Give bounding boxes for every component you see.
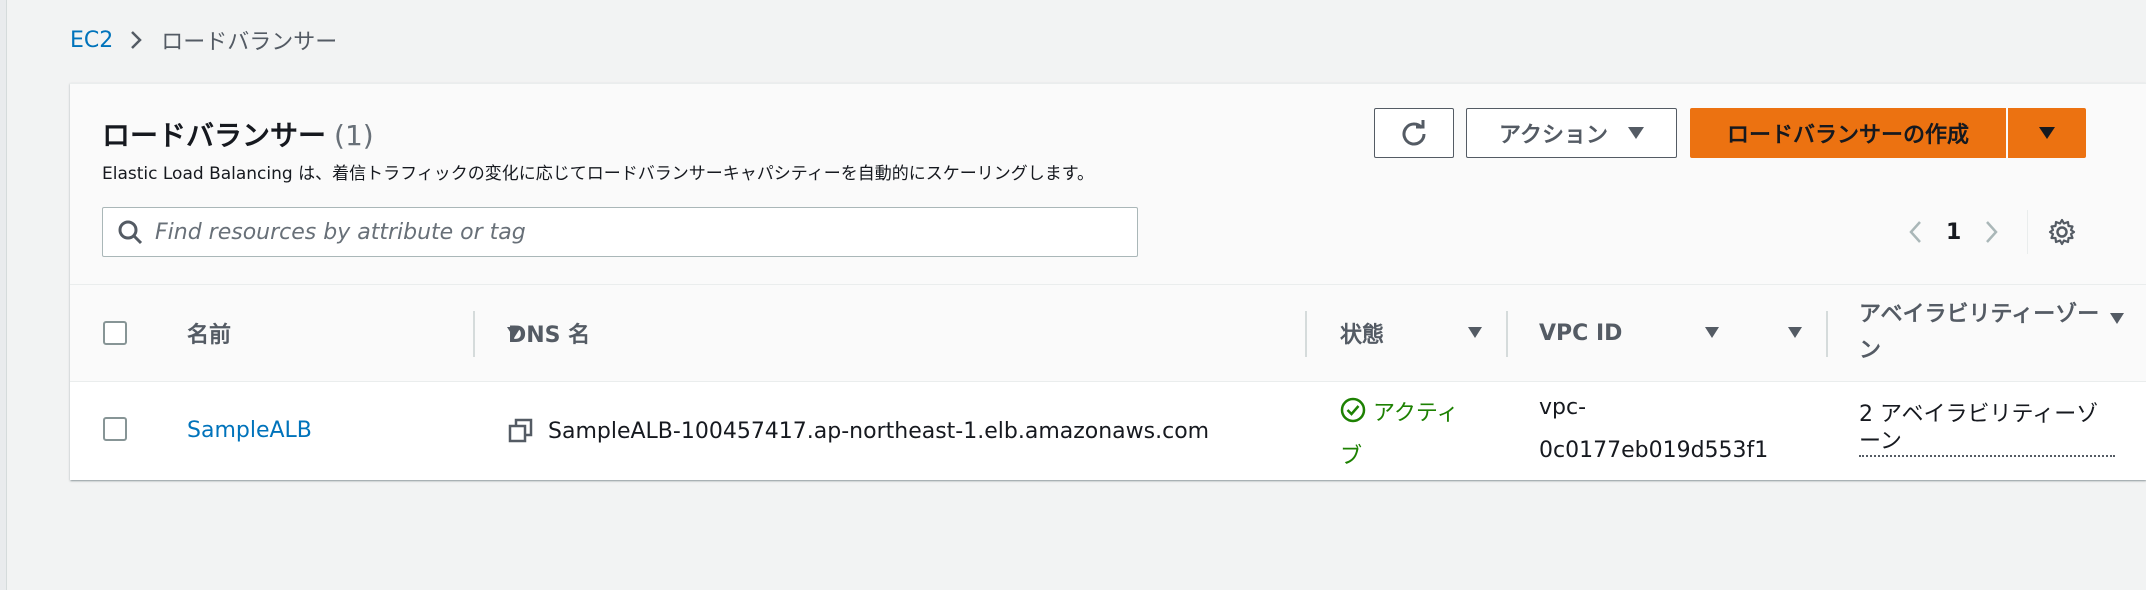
refresh-icon [1402, 120, 1426, 146]
caret-down-icon [1627, 127, 1644, 139]
sort-caret-icon[interactable] [1468, 327, 1482, 338]
load-balancer-name-link[interactable]: SampleALB [187, 418, 312, 443]
column-header-label: アベイラビリティーゾーン [1859, 302, 2100, 363]
panel-header: ロードバランサー (1) Elastic Load Balancing は、着信ト… [70, 84, 2146, 285]
table-header: 名前 DNS 名 状態 VPC ID アベイラビリティーゾーン [70, 285, 2146, 382]
column-divider[interactable] [473, 311, 475, 357]
sort-caret-icon[interactable] [2110, 313, 2124, 324]
status-text-line2: ブ [1340, 444, 1363, 469]
column-divider[interactable] [1506, 311, 1508, 357]
breadcrumb-current: ロードバランサー [161, 30, 338, 55]
left-border [0, 0, 7, 590]
column-divider[interactable] [1305, 311, 1307, 357]
column-header-label: 名前 [187, 323, 232, 348]
actions-label: アクション [1499, 123, 1608, 148]
chevron-left-icon[interactable] [1900, 217, 1930, 247]
status-text-line1: アクティ [1373, 401, 1459, 426]
pagination: 1 [1900, 207, 2078, 257]
search-field[interactable] [102, 207, 1138, 257]
chevron-right-icon [129, 29, 143, 51]
title-text: ロードバランサー [102, 119, 327, 152]
actions-button[interactable]: アクション [1466, 108, 1677, 158]
column-header-label: VPC ID [1539, 320, 1623, 346]
search-icon [115, 217, 145, 247]
panel-description: Elastic Load Balancing は、着信トラフィックの変化に応じて… [102, 164, 1095, 184]
availability-zones-value[interactable]: 2 アベイラビリティーゾーン [1859, 401, 2115, 457]
breadcrumb: EC2 ロードバランサー [70, 20, 337, 60]
caret-down-icon [2039, 127, 2055, 139]
gear-icon[interactable] [2046, 216, 2078, 248]
table-row[interactable]: SampleALB SampleALB-100457417.ap-northea… [70, 382, 2146, 480]
dns-name-value: SampleALB-100457417.ap-northeast-1.elb.a… [548, 419, 1210, 444]
column-header-vpc-id[interactable]: VPC ID [1539, 285, 1779, 381]
vpc-id-line1: vpc- [1539, 395, 1587, 420]
column-header-label: 状態 [1340, 323, 1385, 348]
column-header-az[interactable]: アベイラビリティーゾーン [1859, 285, 2115, 381]
column-header-dns[interactable]: DNS 名 [508, 285, 1719, 381]
chevron-right-icon[interactable] [1977, 217, 2007, 247]
create-load-balancer-button[interactable]: ロードバランサーの作成 [1690, 108, 2006, 158]
create-dropdown-button[interactable] [2008, 108, 2086, 158]
refresh-button[interactable] [1374, 108, 1454, 158]
breadcrumb-ec2-link[interactable]: EC2 [70, 28, 113, 53]
search-input[interactable] [153, 218, 1137, 246]
select-all-checkbox[interactable] [103, 321, 127, 345]
create-label: ロードバランサーの作成 [1726, 123, 1969, 148]
load-balancers-panel: ロードバランサー (1) Elastic Load Balancing は、着信ト… [70, 83, 2146, 480]
column-header-label: DNS 名 [508, 323, 591, 348]
title-count: (1) [334, 119, 374, 152]
row-checkbox[interactable] [103, 417, 127, 441]
copy-icon[interactable] [508, 418, 534, 444]
column-divider[interactable] [1826, 311, 1828, 357]
pager-divider [2027, 210, 2029, 254]
page-number[interactable]: 1 [1946, 220, 1961, 245]
check-circle-icon [1340, 397, 1366, 423]
vpc-id-line2: 0c0177eb019d553f1 [1539, 438, 1769, 463]
sort-caret-icon[interactable] [1788, 327, 1802, 338]
column-header-name[interactable]: 名前 [187, 285, 521, 381]
page-title: ロードバランサー (1) [102, 114, 374, 154]
